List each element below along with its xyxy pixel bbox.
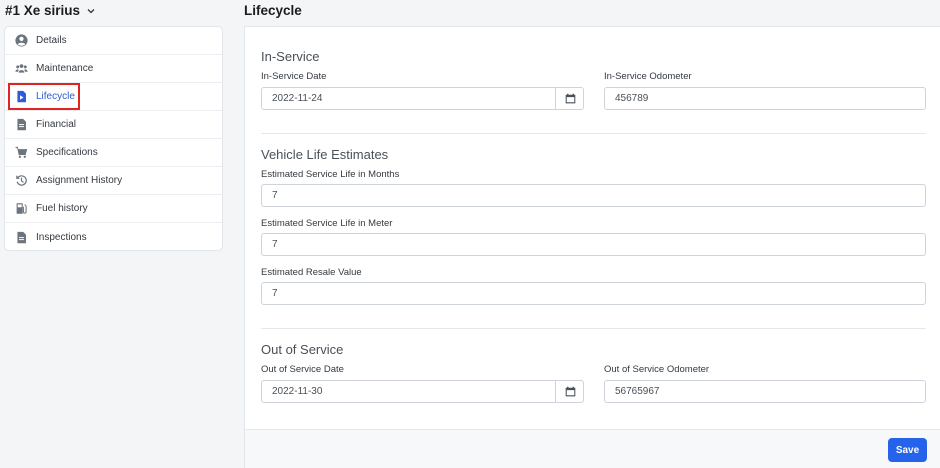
section-divider bbox=[261, 328, 926, 329]
sidebar-item-label: Maintenance bbox=[36, 63, 94, 74]
calendar-icon bbox=[565, 386, 575, 397]
service-life-meter-input[interactable]: 7 bbox=[261, 233, 926, 256]
in-service-odometer-label: In-Service Odometer bbox=[604, 71, 692, 82]
out-of-service-date-input[interactable]: 2022-11-30 bbox=[261, 380, 584, 403]
sidebar-item-assignment-history[interactable]: Assignment History bbox=[5, 167, 222, 195]
sidebar-item-label: Financial bbox=[36, 119, 77, 130]
file-icon bbox=[14, 230, 28, 244]
sidebar-item-maintenance[interactable]: Maintenance bbox=[5, 55, 222, 83]
history-icon bbox=[14, 174, 28, 188]
vehicle-selector[interactable]: #1 Xe sirius bbox=[5, 3, 96, 18]
sidebar-item-lifecycle[interactable]: Lifecycle bbox=[5, 83, 222, 111]
cart-icon bbox=[14, 146, 28, 160]
resale-value-input[interactable]: 7 bbox=[261, 282, 926, 305]
file-icon bbox=[14, 118, 28, 132]
sidebar: Details Maintenance Lifecycle Financial … bbox=[4, 26, 223, 251]
out-of-service-date-field: 2022-11-30 bbox=[261, 380, 584, 403]
page-title: Lifecycle bbox=[244, 3, 302, 18]
form-footer: Save bbox=[245, 429, 940, 468]
in-service-odometer-input[interactable]: 456789 bbox=[604, 87, 926, 110]
service-life-months-label: Estimated Service Life in Months bbox=[261, 169, 400, 180]
sidebar-item-fuel-history[interactable]: Fuel history bbox=[5, 195, 222, 223]
highlight-outline bbox=[8, 83, 80, 110]
calendar-button[interactable] bbox=[555, 87, 584, 110]
sidebar-item-label: Details bbox=[36, 35, 67, 46]
service-life-meter-label: Estimated Service Life in Meter bbox=[261, 218, 393, 229]
users-icon bbox=[14, 62, 28, 76]
fuel-pump-icon bbox=[14, 202, 28, 216]
sidebar-item-label: Fuel history bbox=[36, 203, 88, 214]
user-circle-icon bbox=[14, 34, 28, 48]
calendar-icon bbox=[565, 93, 575, 104]
section-title-in-service: In-Service bbox=[261, 49, 320, 64]
resale-value-label: Estimated Resale Value bbox=[261, 267, 362, 278]
sidebar-item-label: Specifications bbox=[36, 147, 98, 158]
in-service-date-field: 2022-11-24 bbox=[261, 87, 584, 110]
chevron-down-icon bbox=[87, 8, 95, 13]
section-title-out-of-service: Out of Service bbox=[261, 342, 344, 357]
vehicle-title: #1 Xe sirius bbox=[5, 3, 81, 18]
in-service-date-label: In-Service Date bbox=[261, 71, 327, 82]
out-of-service-odometer-input[interactable]: 56765967 bbox=[604, 380, 926, 403]
service-life-months-input[interactable]: 7 bbox=[261, 184, 926, 207]
in-service-date-input[interactable]: 2022-11-24 bbox=[261, 87, 584, 110]
sidebar-item-label: Assignment History bbox=[36, 175, 123, 186]
lifecycle-form: In-Service In-Service Date 2022-11-24 In… bbox=[244, 26, 940, 468]
sidebar-item-specifications[interactable]: Specifications bbox=[5, 139, 222, 167]
sidebar-item-inspections[interactable]: Inspections bbox=[5, 223, 222, 250]
out-of-service-odometer-label: Out of Service Odometer bbox=[604, 364, 710, 375]
sidebar-item-details[interactable]: Details bbox=[5, 27, 222, 55]
sidebar-item-label: Inspections bbox=[36, 231, 87, 243]
section-title-life-estimates: Vehicle Life Estimates bbox=[261, 147, 389, 162]
section-divider bbox=[261, 133, 926, 134]
calendar-button[interactable] bbox=[555, 380, 584, 403]
out-of-service-date-label: Out of Service Date bbox=[261, 364, 344, 375]
sidebar-item-financial[interactable]: Financial bbox=[5, 111, 222, 139]
save-button[interactable]: Save bbox=[888, 438, 927, 462]
